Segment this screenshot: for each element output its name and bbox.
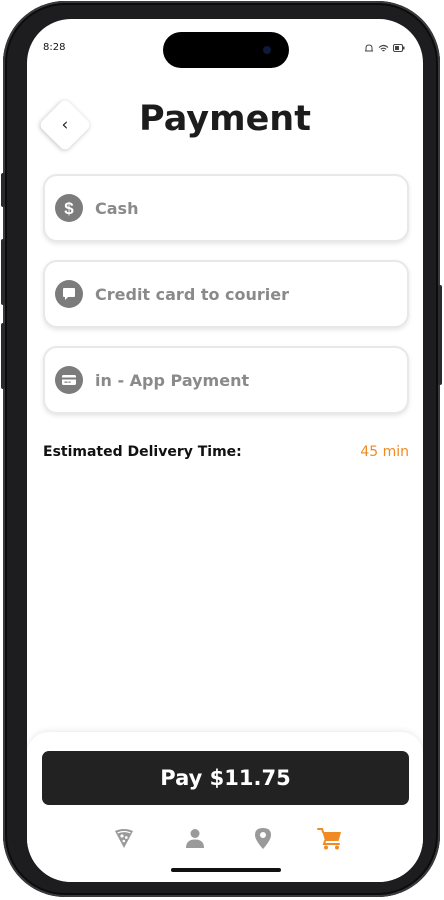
tab-location[interactable] [248, 823, 278, 853]
pizza-icon [115, 829, 133, 848]
credit-card-icon [55, 366, 83, 394]
volume-up-button [1, 239, 5, 305]
dynamic-island [163, 32, 289, 68]
bell-icon [364, 43, 374, 53]
battery-icon [393, 44, 405, 52]
user-icon [186, 829, 204, 848]
tab-cart[interactable] [315, 823, 345, 853]
payment-option-label: Credit card to courier [95, 284, 290, 304]
delivery-time-value: 45 min [360, 444, 409, 460]
payment-option-in-app[interactable]: in - App Payment [43, 346, 409, 414]
bottom-panel: Pay $11.75 [27, 732, 423, 882]
cart-icon [317, 828, 341, 850]
payment-option-label: in - App Payment [95, 370, 250, 390]
page-title: Payment [139, 99, 311, 139]
camera-icon [263, 46, 271, 54]
dollar-icon: $ [55, 194, 83, 222]
payment-option-cash[interactable]: $ Cash [43, 174, 409, 242]
screen: 8:28 ‹ Payment $ Cash Credit card to cou… [27, 19, 423, 882]
tab-bar [27, 823, 423, 853]
volume-down-button [1, 323, 5, 389]
status-time: 8:28 [43, 42, 66, 53]
payment-option-credit-card-courier[interactable]: Credit card to courier [43, 260, 409, 328]
tab-menu[interactable] [109, 823, 139, 853]
tab-profile[interactable] [180, 823, 210, 853]
delivery-time-label: Estimated Delivery Time: [43, 444, 242, 460]
phone-frame: 8:28 ‹ Payment $ Cash Credit card to cou… [1, 1, 442, 897]
location-pin-icon [255, 828, 271, 849]
home-indicator [171, 868, 281, 872]
status-icons [364, 43, 405, 53]
payment-option-label: Cash [95, 198, 139, 218]
svg-text:$: $ [64, 199, 74, 217]
chat-bubble-icon [55, 280, 83, 308]
pay-button[interactable]: Pay $11.75 [42, 751, 409, 805]
power-button [438, 285, 442, 385]
wifi-icon [378, 44, 389, 53]
delivery-time-row: Estimated Delivery Time: 45 min [43, 444, 409, 460]
action-button [1, 173, 5, 207]
